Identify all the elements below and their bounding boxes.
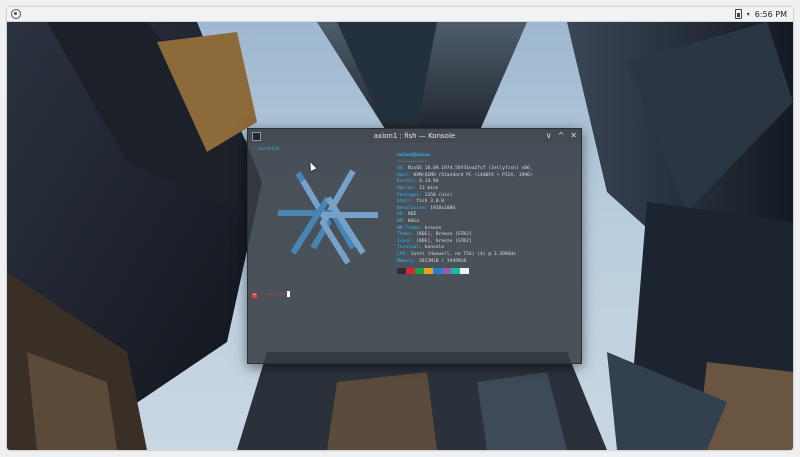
info-value: 12 mins — [419, 185, 439, 191]
info-value: ----------- — [397, 159, 428, 165]
konsole-window[interactable]: axion1 : fish — Konsole ∨ ^ ✕ ~ neofetch — [247, 128, 582, 364]
info-row: Kernel: 4.14.94 — [397, 179, 533, 186]
info-row: CPU: Intel (Haswell, no TSX) (4) @ 3.399… — [397, 252, 533, 259]
info-key: Shell: — [397, 199, 417, 205]
window-titlebar[interactable]: axion1 : fish — Konsole ∨ ^ ✕ — [248, 129, 581, 143]
info-key: Theme: — [397, 232, 417, 238]
close-button[interactable]: ✕ — [570, 131, 577, 140]
info-value: KVM/QEMU (Standard PC (i440FX + PIIX, 19… — [413, 172, 533, 178]
info-key: Host: — [397, 172, 414, 178]
text-cursor — [287, 291, 291, 297]
user-host: axion1@nixos — [397, 153, 431, 158]
info-key: Memory: — [397, 258, 420, 264]
info-value: NixOS 18.09.1974.58f41ea2fcf (Jellyfish)… — [408, 166, 533, 172]
terminal-output[interactable]: ~ neofetch axion1@nixos ----------- OS: Ni… — [252, 147, 577, 359]
info-row: Theme: [KDE], Breeze [GTK2] — [397, 232, 533, 239]
color-swatches — [397, 268, 533, 275]
info-value: 2822MiB / 3949MiB — [419, 258, 467, 264]
info-value: 1920x1080 — [430, 205, 456, 211]
window-title: axion1 : fish — Konsole — [373, 132, 456, 140]
info-key: Kernel: — [397, 179, 420, 185]
info-value: breeze — [424, 225, 442, 231]
nixos-logo — [278, 169, 378, 265]
color-swatch — [415, 268, 424, 275]
info-row: Shell: fish 3.0.0 — [397, 199, 533, 206]
clock[interactable]: 6:56 PM — [755, 10, 787, 19]
info-value: [KDE], breeze [GTK2] — [416, 238, 472, 244]
info-row: DE: KDE — [397, 212, 533, 219]
command-line[interactable]: ➜ ~ via nix — [252, 291, 291, 299]
info-key: Uptime: — [397, 185, 420, 191]
info-row: Terminal: konsole — [397, 245, 533, 252]
top-panel: ▾ 6:56 PM — [7, 7, 793, 22]
info-key: Icons: — [397, 238, 417, 244]
color-swatch — [397, 268, 406, 275]
info-key: WM Theme: — [397, 225, 425, 231]
screen: ▾ 6:56 PM axion1: fish — Konsole ∨ ^ ✕ … — [7, 7, 793, 450]
info-value: [KDE], Breeze [GTK2] — [416, 232, 472, 238]
color-swatch — [424, 268, 433, 275]
info-value: KDE — [408, 212, 417, 218]
info-row: Uptime: 12 mins — [397, 186, 533, 193]
terminal-icon — [252, 132, 261, 141]
color-swatch — [451, 268, 460, 275]
chevron-down-icon[interactable]: ▾ — [747, 11, 750, 18]
color-swatch — [433, 268, 442, 275]
info-row: Resolution: 1920x1080 — [397, 206, 533, 213]
info-key: Packages: — [397, 192, 425, 198]
maximize-button[interactable]: ^ — [558, 131, 565, 140]
minimize-button[interactable]: ∨ — [546, 131, 552, 140]
system-info: axion1@nixos ----------- OS: NixOS 18.09.1… — [397, 153, 533, 275]
color-swatch — [442, 268, 451, 275]
info-row: WM: KWin — [397, 219, 533, 226]
battery-icon[interactable] — [734, 9, 742, 19]
prompt-arrow: ➜ — [252, 292, 257, 298]
color-swatch — [460, 268, 469, 275]
info-row: OS: NixOS 18.09.1974.58f41ea2fcf (Jellyf… — [397, 166, 533, 173]
info-key: OS: — [397, 166, 409, 172]
info-value: fish 3.0.0 — [416, 199, 445, 205]
info-value: konsole — [424, 245, 445, 251]
info-value: KWin — [408, 218, 420, 224]
prompt-path: ~ via nix — [259, 292, 285, 298]
info-key: CPU: — [397, 251, 411, 257]
info-key: Resolution: — [397, 205, 431, 211]
info-key: Terminal: — [397, 245, 425, 251]
info-value: Intel (Haswell, no TSX) (4) @ 3.399GHz — [410, 251, 516, 257]
desktop-wallpaper: axion1 : fish — Konsole ∨ ^ ✕ ~ neofetch — [7, 22, 793, 450]
color-swatch — [406, 268, 415, 275]
info-key: DE: — [397, 212, 409, 218]
info-key: WM: — [397, 218, 409, 224]
info-row: Memory: 2822MiB / 3949MiB — [397, 259, 533, 266]
info-value: 4.14.94 — [419, 179, 439, 185]
info-value: 1150 (nix) — [424, 192, 453, 198]
launcher-icon[interactable] — [11, 9, 21, 19]
info-row: axion1@nixos — [397, 153, 533, 160]
